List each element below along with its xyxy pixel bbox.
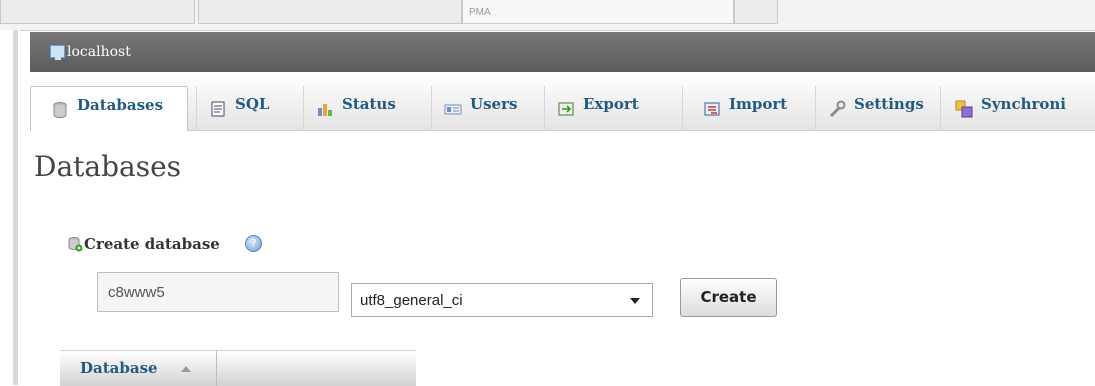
tab-status[interactable]: Status	[303, 86, 420, 130]
export-icon	[557, 95, 575, 116]
import-icon	[703, 95, 721, 116]
tab-sql[interactable]: SQL	[196, 86, 292, 130]
tab-label: Status	[342, 95, 396, 113]
browser-tab-strip: PMA	[0, 0, 1095, 31]
help-icon[interactable]: ?	[245, 235, 262, 252]
sort-ascending-icon	[181, 366, 191, 372]
tab-label: Synchroni	[981, 95, 1067, 113]
create-database-text: Create database	[84, 235, 220, 253]
create-database-label: Create database	[84, 234, 220, 254]
tab-databases[interactable]: Databases	[30, 86, 188, 131]
page-title: Databases	[34, 150, 182, 183]
tab-label: Export	[583, 95, 639, 113]
column-header-database[interactable]: Database	[60, 351, 217, 386]
sql-icon	[209, 95, 227, 117]
status-icon	[316, 95, 334, 116]
tab-import[interactable]: Import	[682, 86, 814, 130]
tab-label: SQL	[235, 95, 270, 113]
tab-label: Settings	[854, 95, 924, 113]
tab-label: Users	[470, 95, 518, 113]
left-border	[0, 30, 20, 385]
browser-tab[interactable]	[198, 0, 462, 24]
tab-settings[interactable]: Settings	[815, 86, 950, 130]
browser-tab-new[interactable]	[734, 0, 778, 24]
collation-select[interactable]: utf8_general_ci	[351, 283, 653, 317]
server-bar: localhost	[30, 32, 1095, 72]
tab-users[interactable]: Users	[431, 86, 536, 130]
create-button[interactable]: Create	[680, 278, 777, 317]
collation-value: utf8_general_ci	[360, 292, 463, 309]
server-label[interactable]: localhost	[67, 32, 131, 72]
create-database-icon	[67, 236, 83, 252]
column-header-label: Database	[80, 359, 158, 377]
browser-tab-pma[interactable]: PMA	[462, 0, 734, 24]
tab-synchronize[interactable]: Synchroni	[940, 86, 1095, 130]
chevron-down-icon	[630, 298, 640, 304]
database-table-header: Database	[60, 350, 416, 386]
server-icon	[50, 45, 65, 60]
database-icon	[51, 96, 69, 119]
tab-export[interactable]: Export	[544, 86, 672, 130]
tab-label: Import	[729, 95, 788, 113]
synchronize-icon	[955, 95, 973, 118]
settings-icon	[828, 95, 846, 118]
browser-tab-blank[interactable]	[0, 0, 195, 24]
database-name-input[interactable]	[97, 272, 339, 312]
users-icon	[444, 95, 462, 115]
tab-label: Databases	[77, 96, 164, 114]
browser-tab-label: PMA	[469, 7, 491, 18]
main-tab-bar: Databases SQL Status Users Export Import	[30, 72, 1095, 131]
